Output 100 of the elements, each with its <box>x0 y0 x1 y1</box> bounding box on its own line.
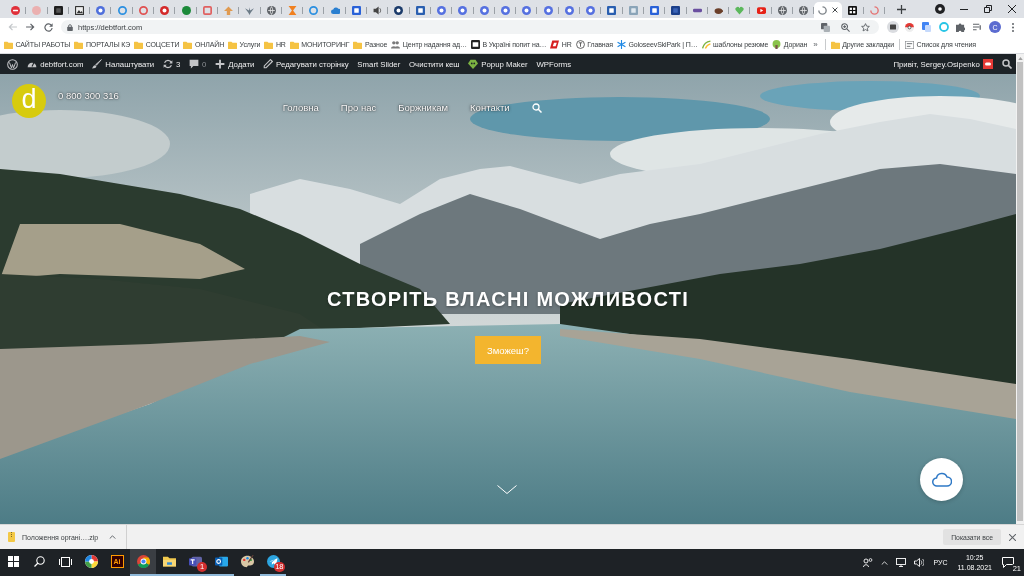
tree-icon <box>772 40 782 49</box>
swoosh-icon <box>550 40 560 49</box>
pencil-icon <box>263 59 274 69</box>
round-logo-icon <box>96 5 106 15</box>
folder-icon <box>4 40 13 49</box>
people-icon <box>863 558 874 567</box>
lock-icon <box>67 23 73 31</box>
puzzle-icon <box>956 22 965 32</box>
phone-number: 0 800 300 316 <box>58 90 119 101</box>
round-logo-icon <box>522 5 532 15</box>
spinner-icon <box>869 5 879 15</box>
round-logo-icon <box>437 5 447 15</box>
forward-icon <box>25 23 35 31</box>
stop-icon <box>11 5 21 15</box>
star-icon <box>861 22 870 32</box>
zip-file-icon <box>8 532 15 542</box>
round-logo-icon <box>564 5 574 15</box>
new-tab-button[interactable] <box>894 2 908 16</box>
folder-icon <box>183 40 193 49</box>
translate-icon <box>821 22 830 32</box>
playlist-icon <box>973 23 982 31</box>
folder-icon <box>228 40 238 49</box>
minimize-icon <box>960 8 968 10</box>
restore-icon <box>984 5 992 13</box>
brush-icon <box>92 59 103 69</box>
ring-icon <box>138 5 148 15</box>
scrollbar-thumb[interactable] <box>1017 62 1023 521</box>
snowflake-icon <box>617 40 627 49</box>
arrow-icon <box>224 5 234 15</box>
plus-icon <box>215 59 226 69</box>
tile-icon <box>470 40 480 49</box>
round-logo-icon <box>500 5 510 15</box>
avatar-icon <box>982 59 993 69</box>
gem-icon <box>468 59 479 69</box>
square-logo-icon <box>415 5 425 15</box>
message-icon <box>1002 557 1014 568</box>
arc-icon <box>701 40 711 49</box>
zoom-icon <box>841 22 850 32</box>
network-icon <box>896 558 907 567</box>
folder-icon <box>162 555 176 568</box>
cloud-icon <box>931 472 952 487</box>
loading-icon <box>818 5 828 15</box>
hero-title: СТВОРІТЬ ВЛАСНІ МОЖЛИВОСТІ <box>325 288 691 311</box>
ring-icon <box>575 40 585 49</box>
folder-icon <box>289 40 299 49</box>
ring-icon <box>117 5 127 15</box>
bookmarks-overflow-button[interactable]: » <box>809 37 822 52</box>
mail-icon <box>214 555 228 568</box>
menu-icon <box>1011 22 1014 32</box>
scrollbar[interactable] <box>1016 54 1024 524</box>
start-icon <box>7 556 19 567</box>
round-logo-icon <box>181 5 191 15</box>
logo-icon <box>7 58 19 70</box>
plus-icon <box>896 4 906 14</box>
hourglass-icon <box>288 5 297 15</box>
round-logo-icon <box>543 5 553 15</box>
close-icon <box>1009 533 1016 541</box>
chat-icon <box>188 555 202 568</box>
globe-icon <box>777 5 787 15</box>
translate-button[interactable] <box>818 22 833 32</box>
ring-icon <box>309 5 319 15</box>
taskbar-app-button[interactable] <box>130 549 156 576</box>
picture-icon <box>75 5 85 15</box>
folder-icon <box>134 40 144 49</box>
bookmark-star-button[interactable] <box>858 22 873 32</box>
grid-icon <box>848 5 858 15</box>
extension-button[interactable] <box>884 19 901 35</box>
tile-icon <box>886 21 899 33</box>
folder-icon <box>353 40 363 49</box>
close-icon[interactable] <box>832 7 839 13</box>
globe-icon <box>799 5 809 15</box>
close-icon <box>1008 5 1016 13</box>
bird-icon <box>245 5 255 15</box>
folder-icon <box>264 40 274 49</box>
square-logo-icon <box>628 5 638 15</box>
heart-icon <box>735 5 745 15</box>
speaker-icon <box>373 5 383 15</box>
search-icon <box>531 102 542 113</box>
chevron-up-icon <box>881 560 889 565</box>
search-icon <box>33 556 45 567</box>
color-wheel-icon <box>84 555 98 568</box>
volume-icon <box>914 558 925 567</box>
cloud-icon <box>330 5 340 15</box>
palette-icon <box>240 555 254 568</box>
zoom-button[interactable] <box>838 22 853 32</box>
comment-icon <box>189 59 199 69</box>
browser-icon <box>136 555 150 568</box>
folder-icon <box>830 40 840 49</box>
square-outline-icon <box>202 5 212 15</box>
reload-icon <box>43 22 53 32</box>
square-logo-icon <box>351 5 361 15</box>
ball-icon <box>905 22 914 32</box>
folder-icon <box>74 40 84 49</box>
chevron-down-icon[interactable] <box>497 485 517 494</box>
globe-icon <box>266 5 276 15</box>
caret-up-icon <box>109 535 117 539</box>
round-logo-icon <box>586 5 596 15</box>
turtle-icon <box>713 5 723 15</box>
round-logo-icon <box>479 5 489 15</box>
task-view-icon <box>58 556 72 567</box>
